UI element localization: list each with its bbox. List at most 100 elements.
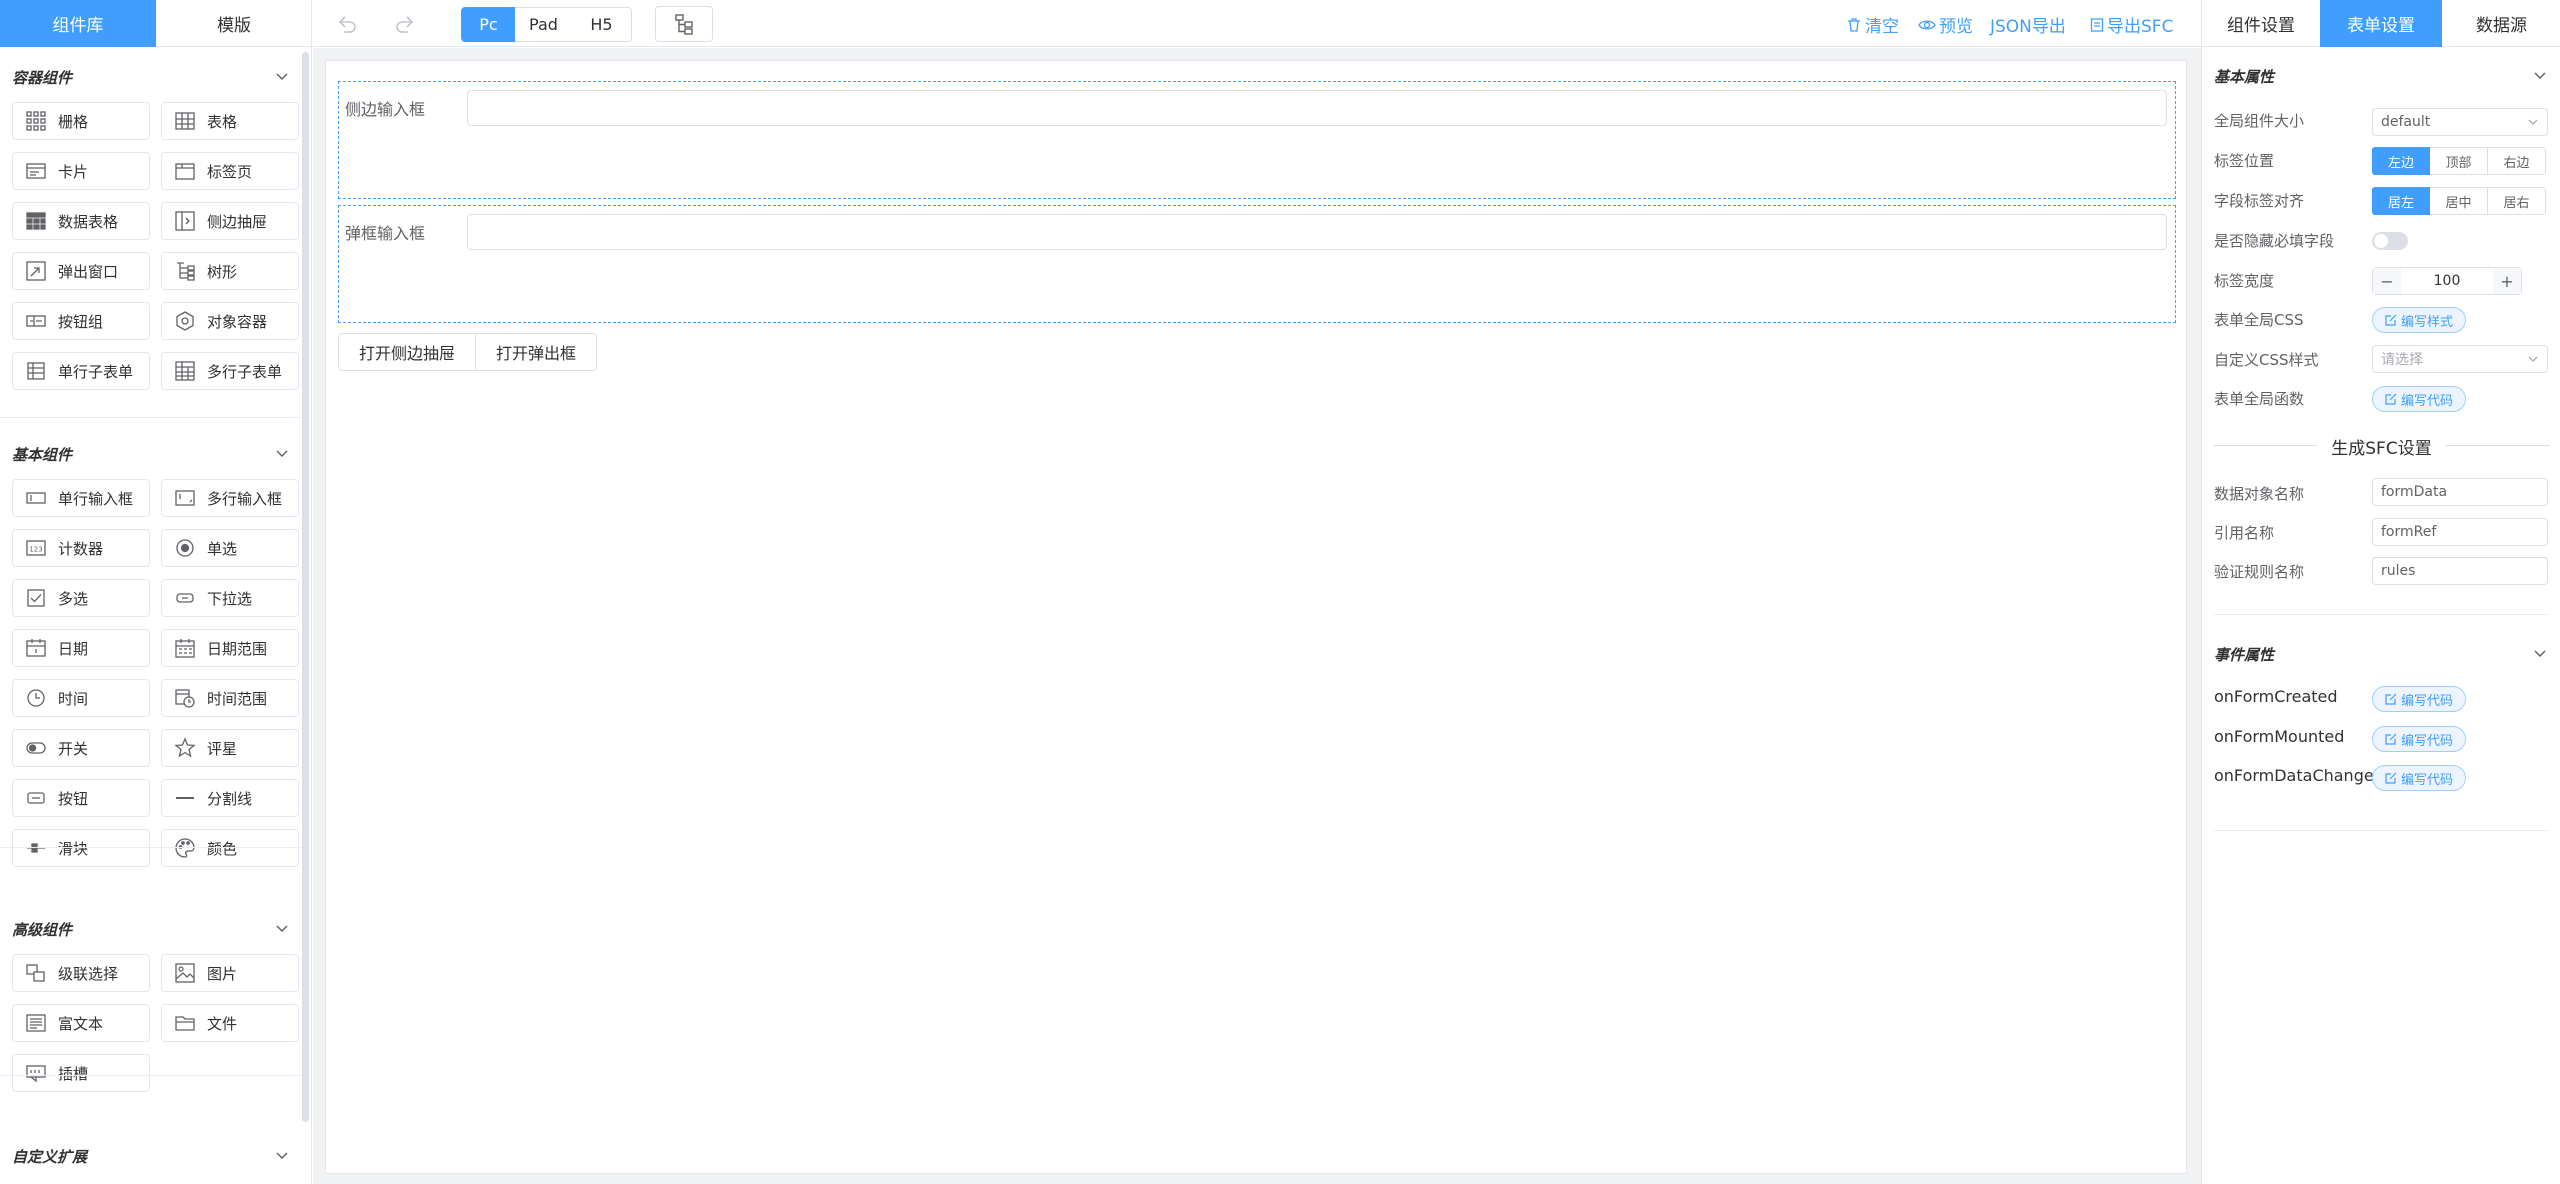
component-item[interactable]: 时间范围 bbox=[161, 679, 299, 717]
label-align-center[interactable]: 居中 bbox=[2430, 187, 2488, 215]
dialog-icon bbox=[26, 261, 46, 281]
tab-widget-settings[interactable]: 组件设置 bbox=[2202, 0, 2320, 47]
component-item[interactable]: 数据表格 bbox=[12, 202, 150, 240]
label-pos-right[interactable]: 右边 bbox=[2488, 147, 2546, 175]
open-dialog-button[interactable]: 打开弹出框 bbox=[476, 333, 598, 371]
preview-button[interactable]: 预览 bbox=[1918, 12, 1973, 37]
component-item[interactable]: 按钮组 bbox=[12, 302, 150, 340]
component-item[interactable]: 栅格 bbox=[12, 102, 150, 140]
group-header[interactable]: 自定义扩展 bbox=[12, 1141, 292, 1171]
label-position-group: 左边 顶部 右边 bbox=[2372, 147, 2546, 175]
component-item[interactable]: 123 计数器 bbox=[12, 529, 150, 567]
component-item[interactable]: 日期 bbox=[12, 629, 150, 667]
component-icon bbox=[25, 1012, 47, 1034]
size-select[interactable]: default bbox=[2372, 108, 2548, 136]
card-icon bbox=[26, 163, 46, 179]
component-icon bbox=[174, 260, 196, 282]
increment-button[interactable]: + bbox=[2493, 268, 2521, 294]
widget-input-field[interactable] bbox=[467, 90, 2167, 126]
component-icon bbox=[174, 737, 196, 759]
component-item[interactable]: 弹出窗口 bbox=[12, 252, 150, 290]
component-item[interactable]: 开关 bbox=[12, 729, 150, 767]
component-item[interactable]: 级联选择 bbox=[12, 954, 150, 992]
component-item[interactable]: 单行子表单 bbox=[12, 352, 150, 390]
basic-properties-header[interactable]: 基本属性 bbox=[2214, 61, 2550, 91]
label-width-stepper[interactable]: − 100 + bbox=[2372, 267, 2522, 295]
component-item[interactable]: 多选 bbox=[12, 579, 150, 617]
group-header[interactable]: 基本组件 bbox=[12, 439, 292, 469]
component-item[interactable]: 表格 bbox=[161, 102, 299, 140]
rules-name-label: 验证规则名称 bbox=[2214, 563, 2305, 581]
settings-panel: 组件设置 表单设置 数据源 基本属性 全局组件大小 default 标签位置 左… bbox=[2201, 0, 2560, 1184]
component-item[interactable]: 富文本 bbox=[12, 1004, 150, 1042]
widget-drawer-input[interactable]: 侧边输入框 bbox=[338, 81, 2176, 199]
label-width-label: 标签宽度 bbox=[2214, 272, 2275, 290]
tab-component-library[interactable]: 组件库 bbox=[0, 0, 156, 47]
decrement-button[interactable]: − bbox=[2373, 268, 2401, 294]
node-tree-button[interactable] bbox=[655, 6, 713, 42]
device-pad-button[interactable]: Pad bbox=[515, 7, 573, 42]
component-item[interactable]: 插槽 bbox=[12, 1054, 150, 1092]
component-item[interactable]: 颜色 bbox=[161, 829, 299, 867]
label-align-right[interactable]: 居右 bbox=[2488, 187, 2546, 215]
edit-form-func-button[interactable]: 编写代码 bbox=[2372, 386, 2467, 412]
component-item[interactable]: 单选 bbox=[161, 529, 299, 567]
edit-style-button[interactable]: 编写样式 bbox=[2372, 307, 2467, 333]
group-header[interactable]: 容器组件 bbox=[12, 62, 292, 92]
edit-form-created-button[interactable]: 编写代码 bbox=[2372, 686, 2467, 712]
component-item[interactable]: 日期范围 bbox=[161, 629, 299, 667]
component-item[interactable]: 标签页 bbox=[161, 152, 299, 190]
edit-form-mounted-button[interactable]: 编写代码 bbox=[2372, 726, 2467, 752]
component-item[interactable]: 卡片 bbox=[12, 152, 150, 190]
settings-tabs: 组件设置 表单设置 数据源 bbox=[2202, 0, 2560, 47]
event-properties-header[interactable]: 事件属性 bbox=[2214, 639, 2550, 669]
data-object-input[interactable]: formData bbox=[2372, 478, 2548, 506]
export-json-button[interactable]: JSON导出 bbox=[1990, 12, 2066, 37]
ref-name-input[interactable]: formRef bbox=[2372, 518, 2548, 546]
chevron-down-icon bbox=[2530, 644, 2550, 664]
component-item[interactable]: 文件 bbox=[161, 1004, 299, 1042]
widget-input-field[interactable] bbox=[467, 214, 2167, 250]
component-label: 对象容器 bbox=[207, 312, 268, 331]
redo-button[interactable] bbox=[385, 8, 425, 40]
component-item[interactable]: 单行输入框 bbox=[12, 479, 150, 517]
rules-name-input[interactable]: rules bbox=[2372, 557, 2548, 585]
component-item[interactable]: 多行输入框 bbox=[161, 479, 299, 517]
component-label: 下拉选 bbox=[207, 589, 253, 608]
component-item[interactable]: 侧边抽屉 bbox=[161, 202, 299, 240]
left-scrollbar[interactable] bbox=[302, 52, 309, 1122]
label-pos-left[interactable]: 左边 bbox=[2372, 147, 2430, 175]
component-item[interactable]: 按钮 bbox=[12, 779, 150, 817]
component-item[interactable]: 树形 bbox=[161, 252, 299, 290]
tab-templates[interactable]: 模版 bbox=[156, 0, 312, 47]
device-pc-button[interactable]: Pc bbox=[461, 7, 516, 42]
tab-form-settings[interactable]: 表单设置 bbox=[2320, 0, 2442, 47]
undo-button[interactable] bbox=[327, 8, 367, 40]
tab-data-source[interactable]: 数据源 bbox=[2442, 0, 2560, 47]
component-item[interactable]: 多行子表单 bbox=[161, 352, 299, 390]
edit-icon bbox=[2385, 693, 2397, 705]
component-item[interactable]: 图片 bbox=[161, 954, 299, 992]
component-item[interactable]: 分割线 bbox=[161, 779, 299, 817]
widget-dialog-input[interactable]: 弹框输入框 bbox=[338, 205, 2176, 323]
edit-icon bbox=[2385, 733, 2397, 745]
label-pos-top[interactable]: 顶部 bbox=[2430, 147, 2488, 175]
component-item[interactable]: 时间 bbox=[12, 679, 150, 717]
component-item[interactable]: 评星 bbox=[161, 729, 299, 767]
clear-button[interactable]: 清空 bbox=[1846, 12, 1899, 37]
component-label: 多选 bbox=[58, 589, 89, 608]
component-icon bbox=[174, 310, 196, 332]
custom-css-select[interactable]: 请选择 bbox=[2372, 345, 2548, 373]
component-item[interactable]: 下拉选 bbox=[161, 579, 299, 617]
component-label: 按钮 bbox=[58, 789, 89, 808]
left-tabs: 组件库 模版 bbox=[0, 0, 312, 47]
label-align-left[interactable]: 居左 bbox=[2372, 187, 2430, 215]
component-item[interactable]: 滑块 bbox=[12, 829, 150, 867]
hide-required-switch[interactable] bbox=[2372, 232, 2408, 250]
device-h5-button[interactable]: H5 bbox=[572, 7, 632, 42]
component-item[interactable]: 对象容器 bbox=[161, 302, 299, 340]
export-sfc-button[interactable]: 导出SFC bbox=[2090, 12, 2173, 37]
group-header[interactable]: 高级组件 bbox=[12, 914, 292, 944]
edit-form-data-change-button[interactable]: 编写代码 bbox=[2372, 765, 2467, 791]
open-drawer-button[interactable]: 打开侧边抽屉 bbox=[338, 333, 477, 371]
